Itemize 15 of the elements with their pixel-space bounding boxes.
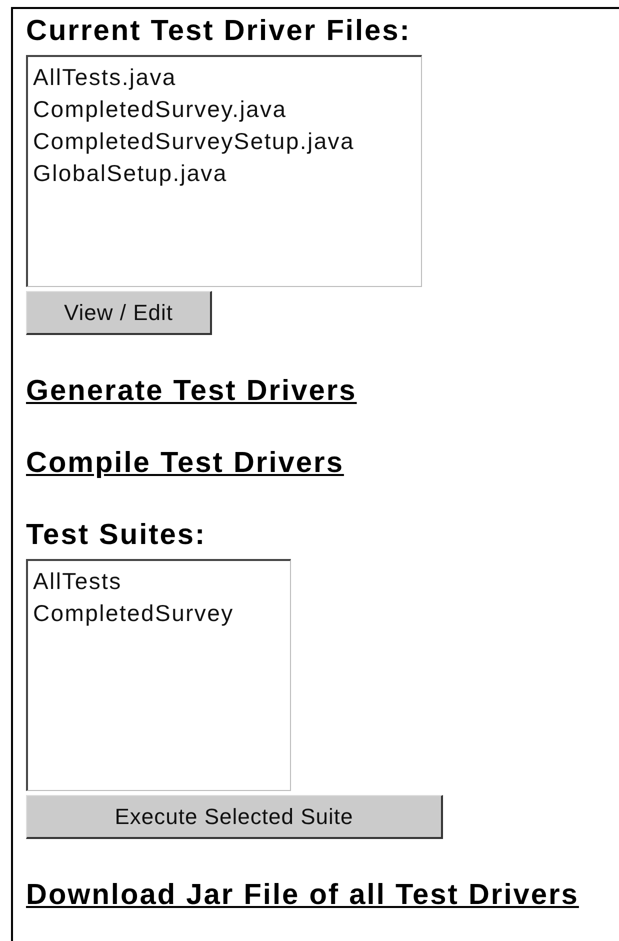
list-item[interactable]: AllTests.java [33, 61, 416, 93]
list-item[interactable]: GlobalSetup.java [33, 157, 416, 189]
list-box[interactable]: AllTests.java CompletedSurvey.java CompletedSurveySetup.java GlobalSetup.java [26, 55, 422, 287]
action-button[interactable]: Execute Selected Suite [26, 795, 443, 839]
section-heading: Test Suites: [26, 519, 208, 551]
list-item[interactable]: AllTests [33, 565, 285, 597]
list-item[interactable]: CompletedSurvey [33, 597, 285, 629]
action-link[interactable]: Compile Test Drivers [26, 447, 344, 479]
action-button[interactable]: View / Edit [26, 291, 212, 335]
action-link[interactable]: Download Jar File of all Test Drivers [26, 879, 579, 911]
list-item[interactable]: CompletedSurveySetup.java [33, 125, 416, 157]
section-heading: Current Test Driver Files: [26, 15, 412, 47]
list-item[interactable]: CompletedSurvey.java [33, 93, 416, 125]
action-link[interactable]: Generate Test Drivers [26, 375, 357, 407]
list-box[interactable]: AllTests CompletedSurvey [26, 559, 291, 791]
